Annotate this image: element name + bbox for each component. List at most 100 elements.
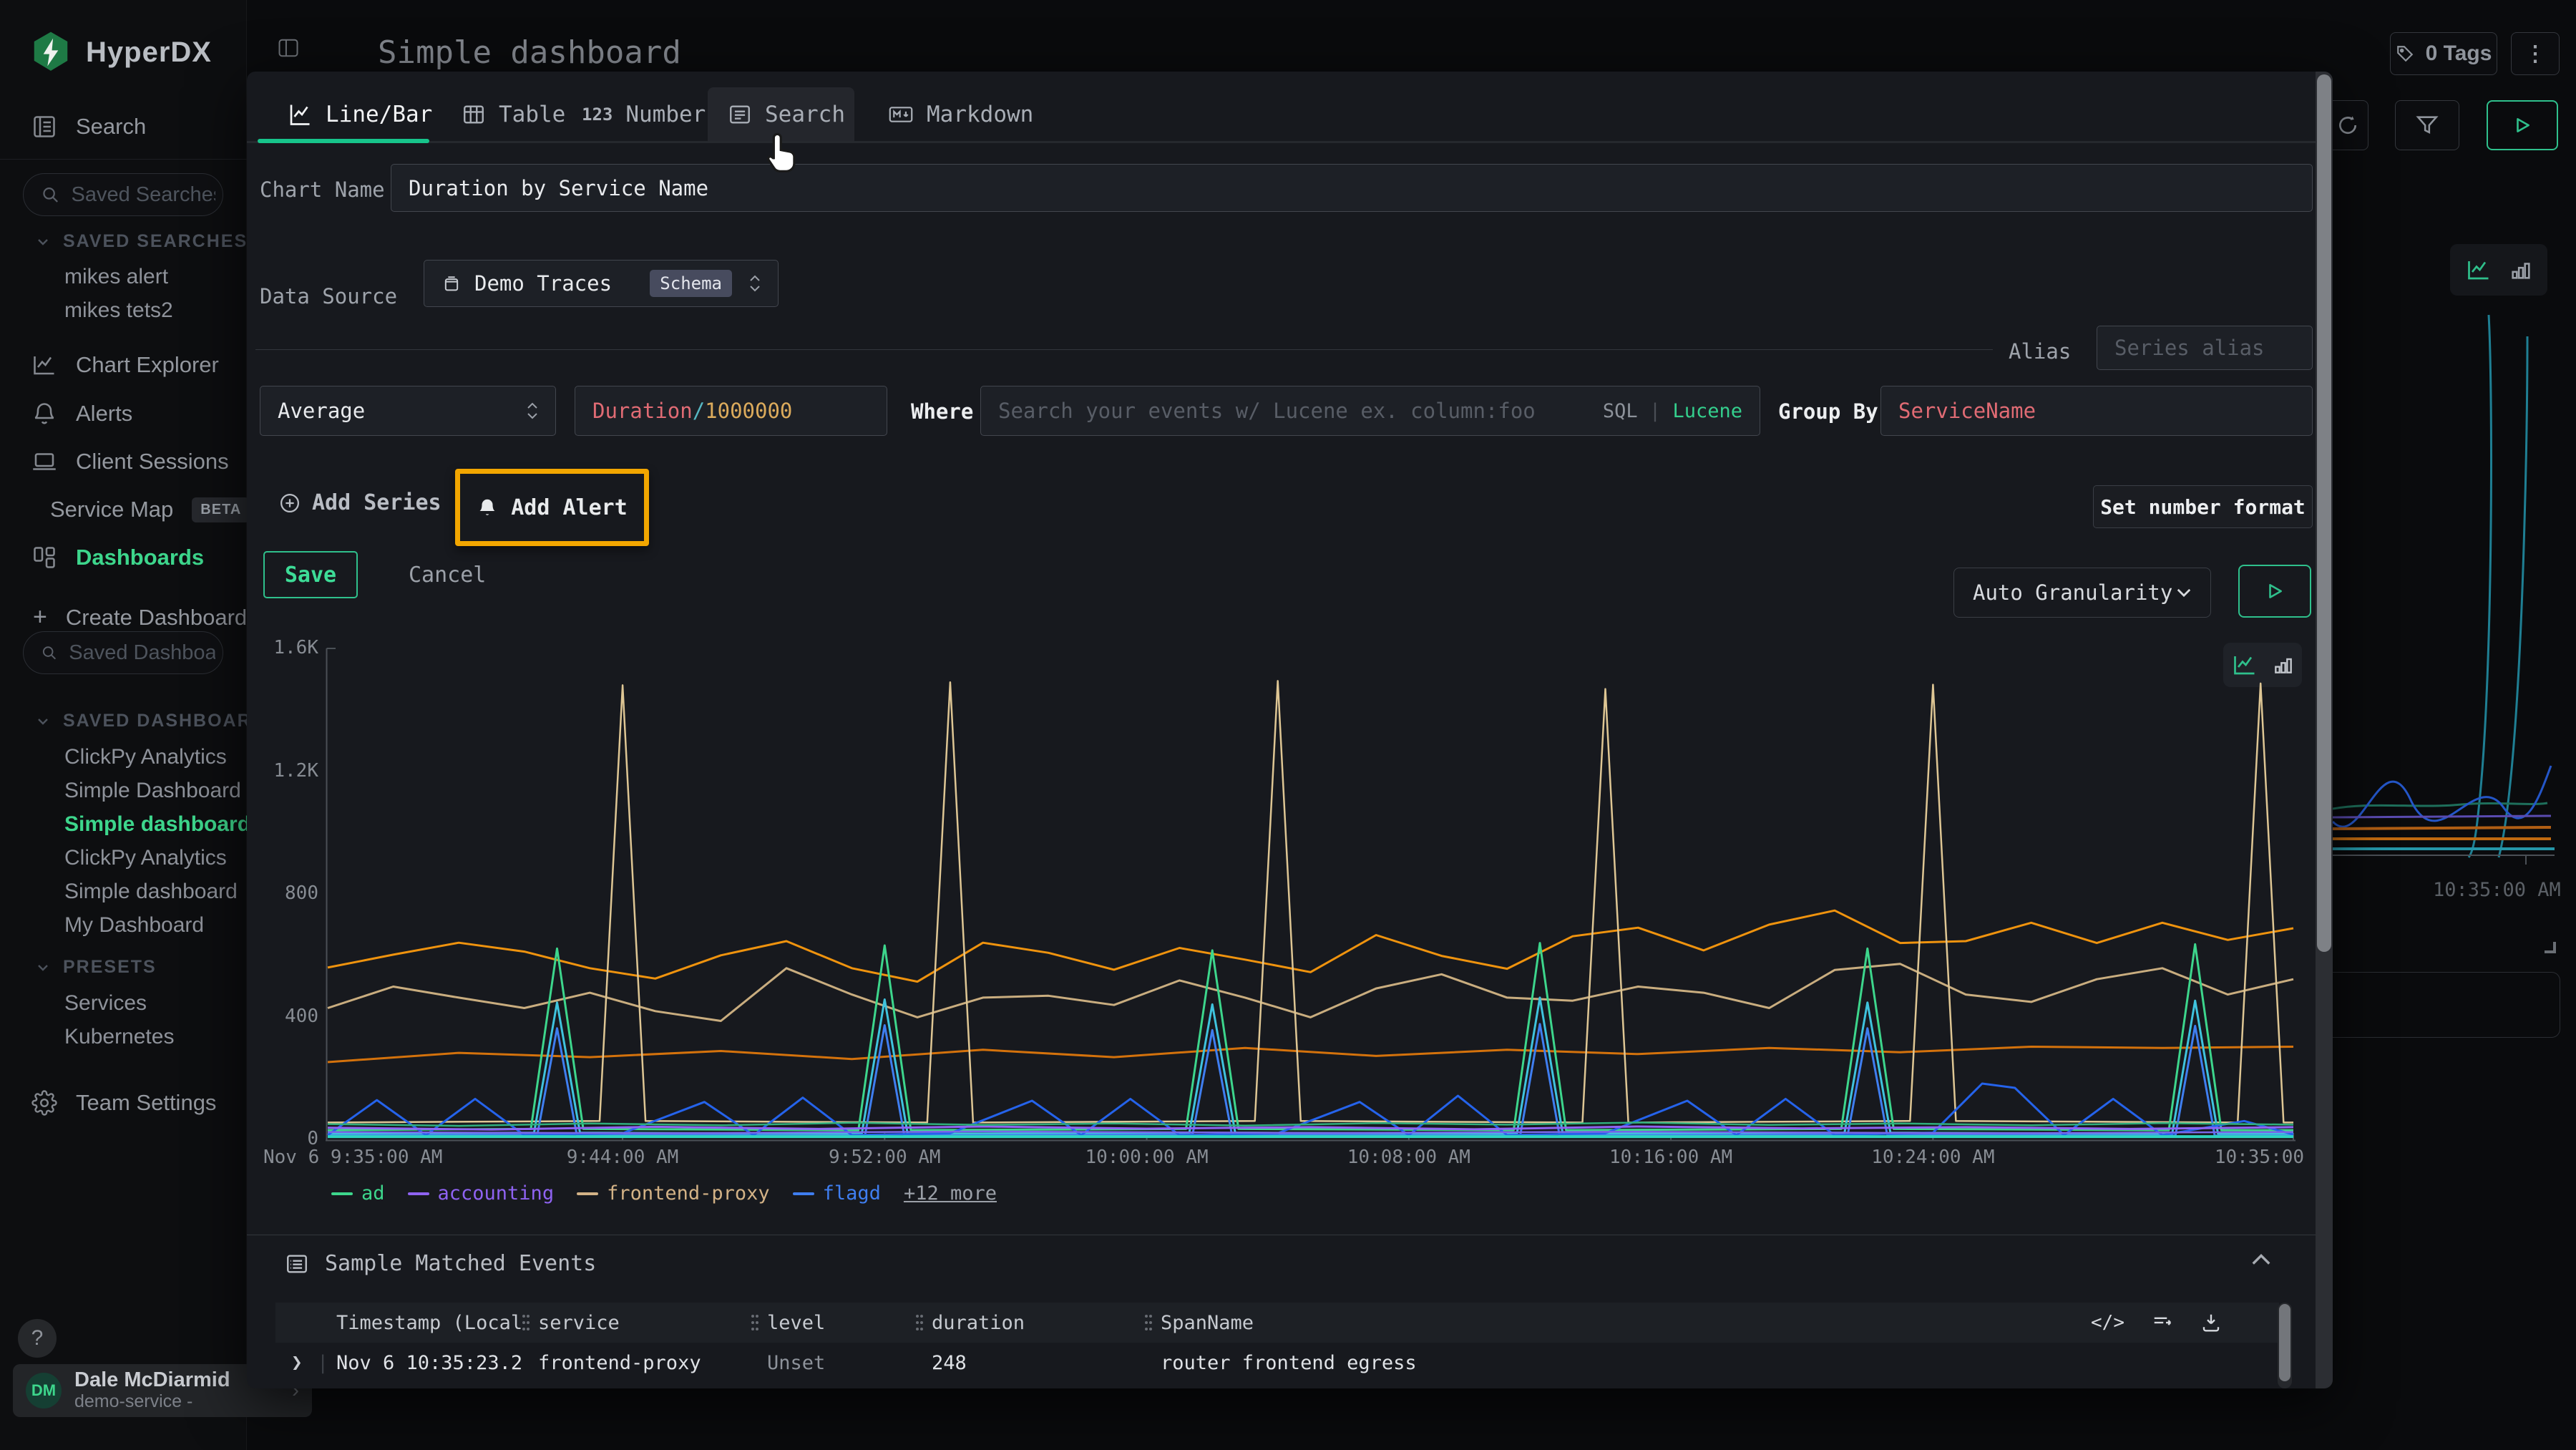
sql-option[interactable]: SQL — [1603, 400, 1638, 422]
preset-item[interactable]: Services — [64, 991, 147, 1016]
help-button[interactable]: ? — [18, 1319, 57, 1358]
legend-item-ad[interactable]: ad — [331, 1182, 385, 1205]
download-icon[interactable] — [2200, 1312, 2222, 1333]
sample-events-title: Sample Matched Events — [325, 1251, 596, 1276]
drag-handle-icon[interactable] — [522, 1313, 528, 1332]
aggregation-value: Average — [278, 399, 365, 423]
saved-searches-input[interactable]: Saved Searches — [23, 173, 223, 216]
chart-explorer-icon — [31, 352, 57, 378]
tab-number[interactable]: 123 Number — [582, 86, 706, 143]
modal-scrollbar[interactable] — [2316, 72, 2333, 1388]
lucene-option[interactable]: Lucene — [1672, 400, 1742, 422]
brand-logo-row[interactable]: HyperDX — [29, 30, 212, 74]
collapse-section-button[interactable] — [2250, 1252, 2272, 1267]
saved-search-item[interactable]: mikes alert — [64, 265, 168, 289]
sidebar-item-team-settings[interactable]: Team Settings — [31, 1090, 216, 1116]
presets-section-header[interactable]: PRESETS — [34, 957, 157, 978]
tab-table[interactable]: Table — [462, 86, 565, 143]
chart-name-input[interactable]: Duration by Service Name — [391, 164, 2313, 212]
saved-dashboard-item[interactable]: My Dashboard — [64, 913, 204, 938]
drag-handle-icon[interactable] — [751, 1313, 757, 1332]
preset-item[interactable]: Kubernetes — [64, 1025, 174, 1049]
saved-dashboard-item[interactable]: Simple dashboard — [64, 880, 238, 904]
plus-circle-icon — [279, 492, 301, 514]
saved-search-item[interactable]: mikes tets2 — [64, 298, 173, 323]
expand-row-icon[interactable]: ❯ — [291, 1352, 303, 1373]
sidebar-item-service-map[interactable]: Service Map BETA — [31, 497, 246, 522]
bg-chart-type-toggle[interactable] — [2450, 244, 2547, 296]
drag-handle-icon[interactable] — [1145, 1313, 1151, 1332]
saved-dashboard-item[interactable]: ClickPy Analytics — [64, 846, 227, 870]
where-search-input[interactable]: Search your events w/ Lucene ex. column:… — [980, 386, 1760, 436]
dashboards-icon — [31, 545, 57, 570]
query-language-toggle[interactable]: SQL | Lucene — [1603, 400, 1742, 422]
modal-scrollbar-thumb[interactable] — [2317, 74, 2331, 952]
create-dashboard-button[interactable]: + Create Dashboard — [33, 603, 247, 631]
data-source-select[interactable]: Demo Traces Schema — [424, 260, 779, 307]
legend-more-link[interactable]: +12 more — [904, 1182, 997, 1205]
sidebar-toggle-icon[interactable] — [278, 37, 299, 59]
column-settings-icon[interactable] — [2152, 1312, 2173, 1333]
chart-legend[interactable]: ad accounting frontend-proxy flagd +12 more — [331, 1182, 997, 1205]
gear-icon — [31, 1090, 57, 1116]
group-by-input[interactable]: ServiceName — [1880, 386, 2313, 436]
cancel-button[interactable]: Cancel — [409, 563, 486, 588]
alias-input[interactable]: Series alias — [2097, 326, 2313, 370]
table-scrollbar[interactable] — [2278, 1303, 2292, 1388]
tags-button[interactable]: 0 Tags — [2390, 32, 2497, 75]
chart-series-series-10 — [328, 1122, 2293, 1126]
filter-icon — [2415, 113, 2439, 137]
saved-dashboards-section-header[interactable]: SAVED DASHBOARDS — [34, 711, 279, 731]
column-header[interactable]: duration — [932, 1312, 1025, 1334]
legend-item-frontend-proxy[interactable]: frontend-proxy — [577, 1182, 770, 1205]
code-view-icon[interactable]: </> — [2091, 1312, 2124, 1333]
table-scrollbar-thumb[interactable] — [2279, 1304, 2290, 1381]
more-menu-button[interactable]: ⋮ — [2511, 32, 2560, 75]
saved-dashboard-item[interactable]: Simple Dashboard — [64, 779, 241, 803]
legend-item-flagd[interactable]: flagd — [793, 1182, 881, 1205]
x-tick-label: 10:16:00 AM — [1609, 1147, 1732, 1168]
legend-item-accounting[interactable]: accounting — [408, 1182, 555, 1205]
sidebar-item-search[interactable]: Search — [31, 113, 146, 140]
x-tick-label: Nov 6 9:35:00 AM — [263, 1147, 442, 1168]
tab-line-bar[interactable]: Line/Bar — [287, 86, 432, 143]
run-chart-button[interactable] — [2238, 565, 2311, 618]
saved-dashboard-item[interactable]: ClickPy Analytics — [64, 745, 227, 769]
column-header[interactable]: SpanName — [1161, 1312, 1254, 1334]
field-expression-input[interactable]: Duration/1000000 — [575, 386, 887, 436]
sidebar-item-alerts[interactable]: Alerts — [31, 401, 132, 427]
line-chart-icon — [2464, 257, 2493, 283]
sidebar-item-dashboards[interactable]: Dashboards — [31, 545, 204, 570]
event-row[interactable]: ❯ | Nov 6 10:35:23.243 AM frontend-proxy… — [275, 1343, 2279, 1383]
chart-series-flagd — [328, 1024, 2293, 1136]
saved-dashboards-input[interactable]: Saved Dashboards — [23, 631, 223, 674]
add-series-button[interactable]: Add Series — [279, 490, 441, 515]
sidebar-item-label: Service Map — [50, 497, 173, 522]
chevron-down-icon — [2176, 588, 2192, 598]
saved-dashboard-item-active[interactable]: Simple dashboard — [64, 812, 250, 837]
filter-button[interactable] — [2395, 100, 2459, 150]
aggregation-select[interactable]: Average — [260, 386, 556, 436]
data-source-label: Data Source — [260, 284, 397, 308]
column-header[interactable]: level — [767, 1312, 825, 1334]
add-alert-button[interactable]: Add Alert — [455, 469, 649, 546]
column-header[interactable]: service — [538, 1312, 620, 1334]
beta-badge: BETA — [192, 497, 250, 522]
sidebar-item-chart-explorer[interactable]: Chart Explorer — [31, 352, 219, 378]
granularity-select[interactable]: Auto Granularity — [1953, 568, 2211, 618]
alias-placeholder: Series alias — [2114, 336, 2265, 360]
event-row[interactable]: ❯ Nov 6 10:35:23.243 AM frontend Unset 2… — [275, 1383, 2279, 1388]
set-number-format-button[interactable]: Set number format — [2093, 485, 2313, 528]
chart-x-axis: Nov 6 9:35:00 AM9:44:00 AM9:52:00 AM10:0… — [326, 1147, 2296, 1171]
tab-label: Markdown — [927, 102, 1033, 127]
drag-handle-icon[interactable] — [916, 1313, 922, 1332]
column-header[interactable]: Timestamp (Local) — [275, 1312, 522, 1334]
bg-run-button[interactable] — [2487, 100, 2558, 150]
refresh-button[interactable] — [2327, 100, 2368, 150]
tab-markdown[interactable]: Markdown — [888, 86, 1033, 143]
saved-searches-section-header[interactable]: SAVED SEARCHES — [34, 231, 248, 252]
panel-resize-handle[interactable] — [2545, 942, 2556, 953]
sidebar-item-client-sessions[interactable]: Client Sessions — [31, 449, 229, 475]
save-button[interactable]: Save — [263, 551, 358, 598]
where-label: Where — [911, 399, 973, 424]
